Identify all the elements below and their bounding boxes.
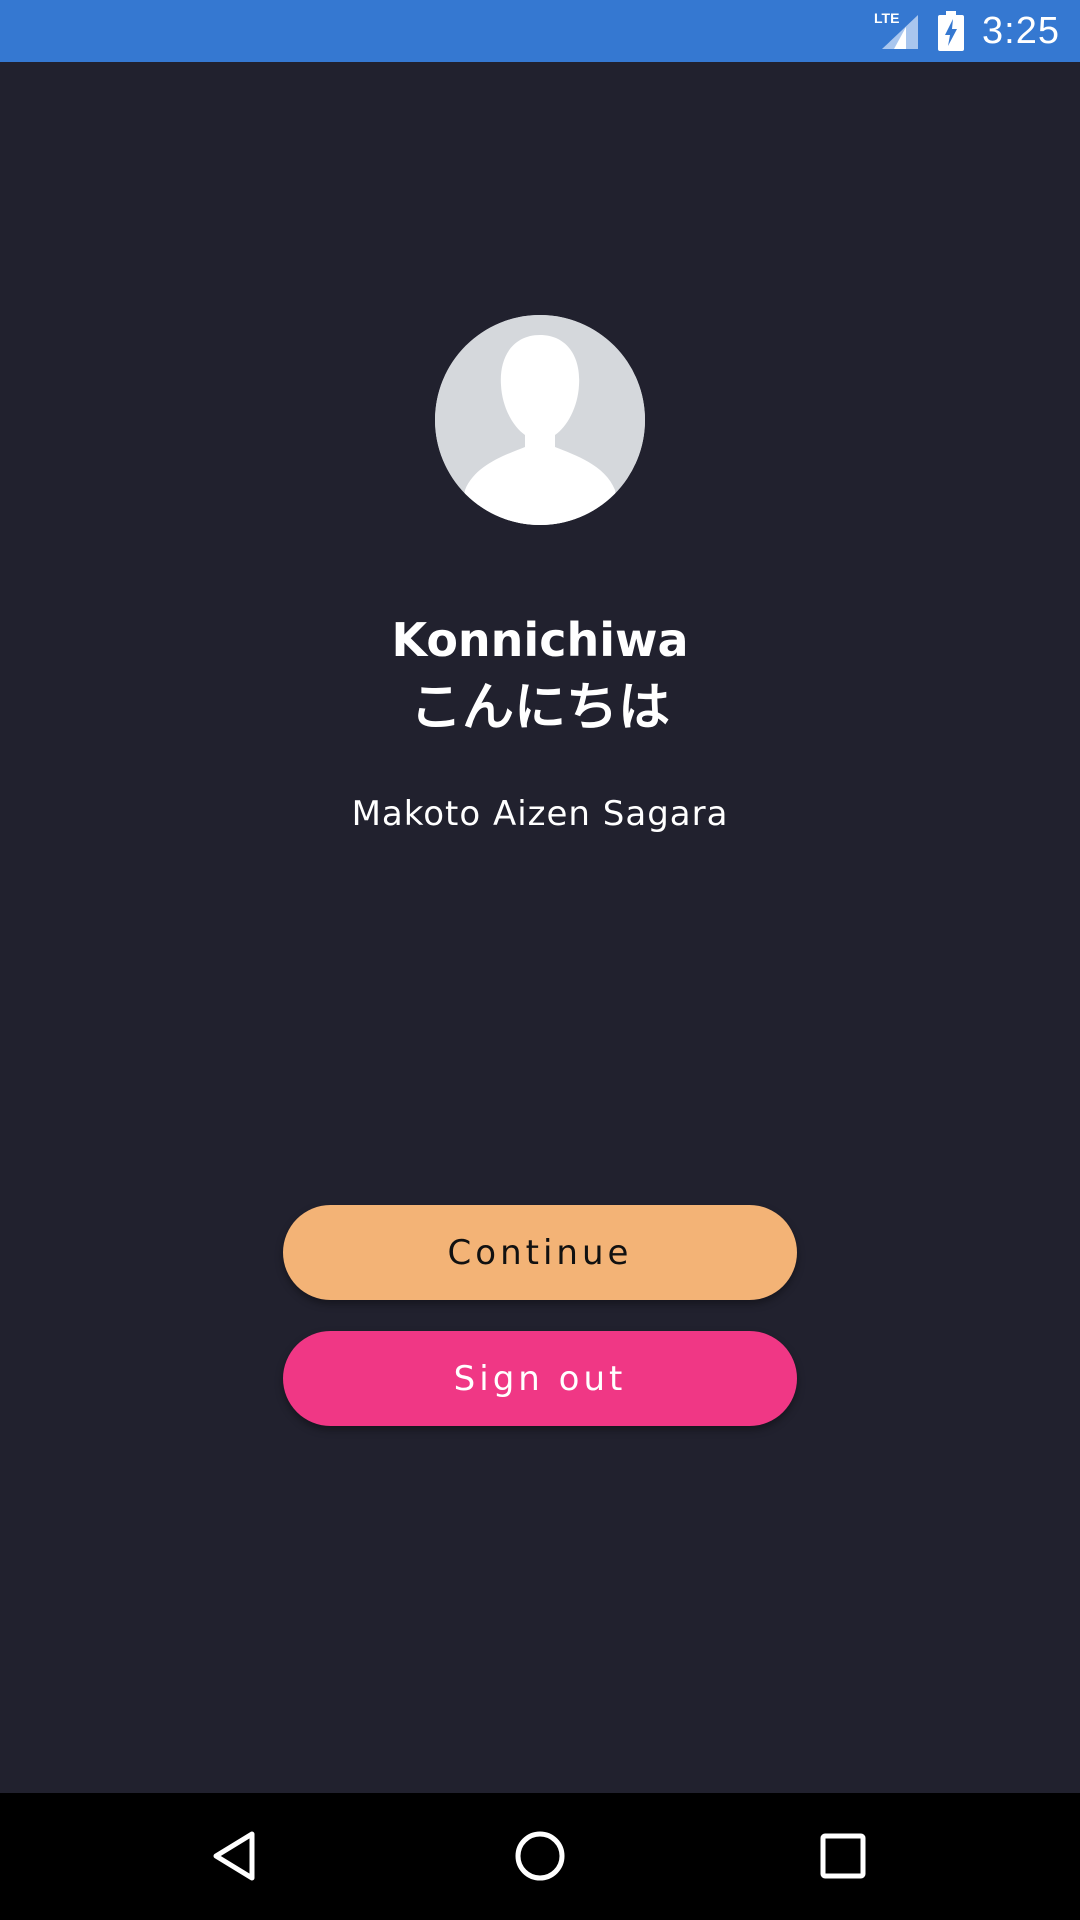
app-screen: LTE 3:25 Konnichiwa こんにちは Makoto Aizen S… [0,0,1080,1920]
circle-home-icon [515,1831,565,1881]
triangle-back-icon [213,1831,255,1881]
user-name: Makoto Aizen Sagara [351,794,729,834]
square-recents-icon [820,1833,866,1879]
status-bar: LTE 3:25 [0,0,1080,62]
network-label: LTE [874,10,899,26]
continue-button[interactable]: Continue [283,1205,797,1300]
greeting-english: Konnichiwa [391,613,689,667]
status-icons: LTE 3:25 [874,0,1060,62]
back-button[interactable] [196,1816,276,1896]
status-clock: 3:25 [982,10,1060,52]
battery-charging-icon [938,11,965,51]
home-button[interactable] [500,1816,580,1896]
person-silhouette-icon [435,315,645,525]
profile-avatar [435,315,645,525]
greeting-japanese: こんにちは [409,678,670,738]
recents-button[interactable] [803,1816,883,1896]
lte-signal-icon: LTE [874,9,920,53]
navigation-bar [0,1793,1080,1920]
sign-out-button[interactable]: Sign out [283,1331,797,1426]
